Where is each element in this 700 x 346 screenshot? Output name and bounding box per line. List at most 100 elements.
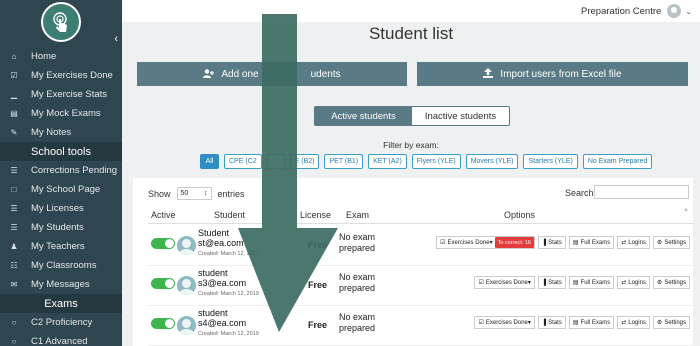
caret-down-icon: ▾ (527, 280, 531, 286)
settings-button[interactable]: ⚙ Settings (652, 276, 690, 289)
page-title: Student list (368, 24, 454, 43)
full-exams-button[interactable]: ▤ Full Exams (568, 236, 615, 249)
filter-chip-all[interactable]: All (200, 154, 219, 169)
message-icon: ✉ (10, 280, 18, 289)
filter-chip-ket[interactable]: KET (A2) (368, 154, 407, 169)
caret-down-icon: ▾ (527, 320, 531, 326)
student-created: Created: March 12, 2019 (198, 251, 259, 257)
sidebar-item-exercises-done[interactable]: ☑ My Exercises Done (0, 66, 122, 85)
sidebar-item-classrooms[interactable]: ☷ My Classrooms (0, 256, 122, 275)
sidebar-item-messages[interactable]: ✉ My Messages (0, 275, 122, 294)
exercises-done-dropdown[interactable]: ☑ Exercises Done ▾ To correct: 16 (436, 236, 535, 249)
stats-button[interactable]: ▐ Stats (537, 276, 566, 289)
sidebar-item-notes[interactable]: ✎ My Notes (0, 123, 122, 142)
document-icon: ▤ (10, 109, 18, 118)
active-toggle[interactable] (151, 318, 175, 329)
sidebar-item-corrections-pending[interactable]: ☰ Corrections Pending (0, 161, 122, 180)
full-exams-button[interactable]: ▤ Full Exams (568, 276, 615, 289)
sidebar-item-licenses[interactable]: ☰ My Licenses (0, 199, 122, 218)
tab-inactive-students[interactable]: Inactive students (412, 107, 509, 125)
sidebar-item-label: My Mock Exams (31, 108, 101, 119)
student-email: s4@ea.com (198, 318, 247, 328)
import-excel-button[interactable]: Import users from Excel file (417, 62, 688, 86)
header-student[interactable]: Student (214, 210, 245, 220)
stats-label: Stats (548, 239, 562, 246)
student-name: Student (198, 228, 230, 238)
table-row: student s4@ea.com Created: March 12, 201… (148, 306, 693, 346)
filter-chip-no-exam[interactable]: No Exam Prepared (582, 154, 653, 169)
sidebar-item-c1-advanced[interactable]: ○ C1 Advanced (0, 332, 122, 346)
logins-label: Logins (628, 239, 646, 246)
logins-button[interactable]: ⇄ Logins (617, 316, 650, 329)
add-student-button[interactable]: Add one udents (137, 62, 407, 86)
circle-icon: ○ (11, 318, 17, 327)
filter-chip-flyers[interactable]: Flyers (YLE) (411, 154, 461, 169)
filter-chip-fce[interactable]: E (B2) (289, 154, 320, 169)
logo-touch-icon[interactable] (41, 2, 81, 42)
exams-nav: ○ C2 Proficiency ○ C1 Advanced (0, 313, 122, 346)
filter-chip-movers[interactable]: Movers (YLE) (465, 154, 519, 169)
add-user-icon (203, 68, 215, 80)
sidebar-item-label: Home (31, 51, 57, 62)
exercises-done-dropdown[interactable]: ☑ Exercises Done ▾ (474, 316, 535, 329)
entries-select[interactable]: 50 ↕ (176, 187, 212, 200)
student-avatar (177, 276, 196, 295)
stats-button[interactable]: ▐ Stats (537, 316, 566, 329)
gear-icon: ⚙ (656, 280, 663, 286)
students-icon: ☰ (10, 223, 18, 232)
sidebar-item-mock-exams[interactable]: ▤ My Mock Exams (0, 104, 122, 123)
exchange-icon: ⇄ (621, 280, 627, 286)
add-student-label-right: udents (310, 68, 341, 80)
active-toggle[interactable] (151, 278, 175, 289)
logins-button[interactable]: ⇄ Logins (617, 236, 650, 249)
active-toggle[interactable] (151, 238, 175, 249)
settings-button[interactable]: ⚙ Settings (652, 236, 690, 249)
exercises-done-dropdown[interactable]: ☑ Exercises Done ▾ (474, 276, 535, 289)
stats-label: Stats (548, 279, 562, 286)
entries-value: 50 (180, 190, 189, 197)
page-icon: □ (11, 185, 17, 194)
tab-active-students[interactable]: Active students (315, 107, 412, 125)
exercises-done-label: Exercises Done (485, 319, 528, 326)
header-license[interactable]: License (300, 210, 331, 220)
classroom-icon: ☷ (10, 261, 18, 270)
settings-button[interactable]: ⚙ Settings (652, 316, 690, 329)
filter-chip-cpe[interactable]: CPE (C2 (224, 154, 262, 169)
row-options: ☑ Exercises Done ▾ ▐ Stats ▤ Full Exams ⇄ L… (471, 316, 690, 329)
header-options: Options (504, 210, 536, 220)
collapse-sidebar-button[interactable]: ‹ (114, 33, 118, 45)
stats-button[interactable]: ▐ Stats (537, 236, 566, 249)
show-label: Show (148, 188, 171, 199)
header-exam[interactable]: Exam (346, 210, 369, 220)
table-header: Active Student License Exam Options ▲ (148, 206, 693, 224)
logo-area (0, 0, 122, 42)
sidebar-item-c2-proficiency[interactable]: ○ C2 Proficiency (0, 313, 122, 332)
filter-chip-starters[interactable]: Starters (YLE) (523, 154, 578, 169)
filter-chip-pet[interactable]: PET (B1) (324, 154, 364, 169)
logins-button[interactable]: ⇄ Logins (617, 276, 650, 289)
sidebar-item-school-page[interactable]: □ My School Page (0, 180, 122, 199)
sidebar-item-label: My Classrooms (31, 260, 97, 271)
school-nav: ☰ Corrections Pending □ My School Page ☰ My… (0, 161, 122, 294)
filter-chip-cae[interactable] (266, 154, 285, 169)
user-menu[interactable]: Preparation Centre ⌄ (581, 4, 692, 18)
header-active[interactable]: Active (151, 210, 176, 220)
student-created: Created: March 12, 2019 (198, 291, 259, 297)
license-value: Free (308, 240, 328, 250)
sidebar-item-home[interactable]: ⌂ Home (0, 47, 122, 66)
sidebar-item-exercise-stats[interactable]: ▁ My Exercise Stats (0, 85, 122, 104)
logins-label: Logins (628, 279, 646, 286)
sidebar-item-teachers[interactable]: ♟ My Teachers (0, 237, 122, 256)
top-bar: Preparation Centre ⌄ (122, 0, 700, 22)
license-value: Free (308, 280, 328, 290)
upload-icon (483, 68, 494, 80)
full-exams-button[interactable]: ▤ Full Exams (568, 316, 615, 329)
sidebar-item-label: My School Page (31, 184, 101, 195)
search-input[interactable] (594, 185, 689, 199)
student-avatar (177, 236, 196, 255)
sidebar-item-label: C1 Advanced (31, 336, 88, 346)
sidebar-item-students[interactable]: ☰ My Students (0, 218, 122, 237)
sidebar-item-label: My Notes (31, 127, 72, 138)
table-row: Student st@ea.com Created: March 12, 201… (148, 226, 693, 266)
sidebar-item-label: Corrections Pending (31, 165, 118, 176)
